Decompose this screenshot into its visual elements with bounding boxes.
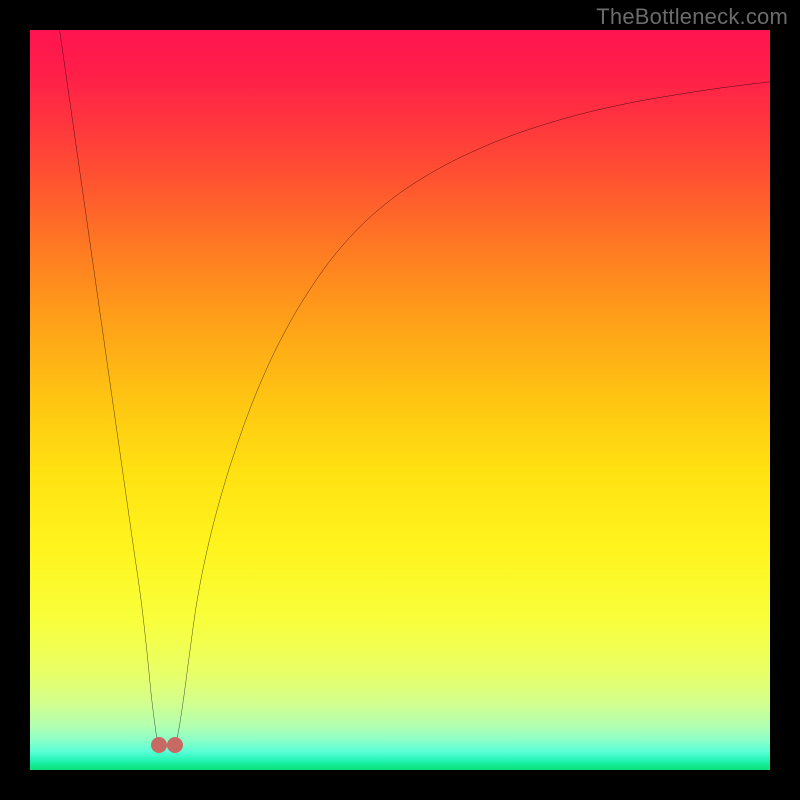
chart-frame: TheBottleneck.com [0,0,800,800]
bottleneck-curve [30,30,770,770]
endpoint-left-marker [151,737,167,753]
watermark: TheBottleneck.com [596,4,788,30]
endpoint-right-marker [167,737,183,753]
left-branch [60,30,159,745]
right-branch [175,82,770,745]
plot-area [30,30,770,770]
